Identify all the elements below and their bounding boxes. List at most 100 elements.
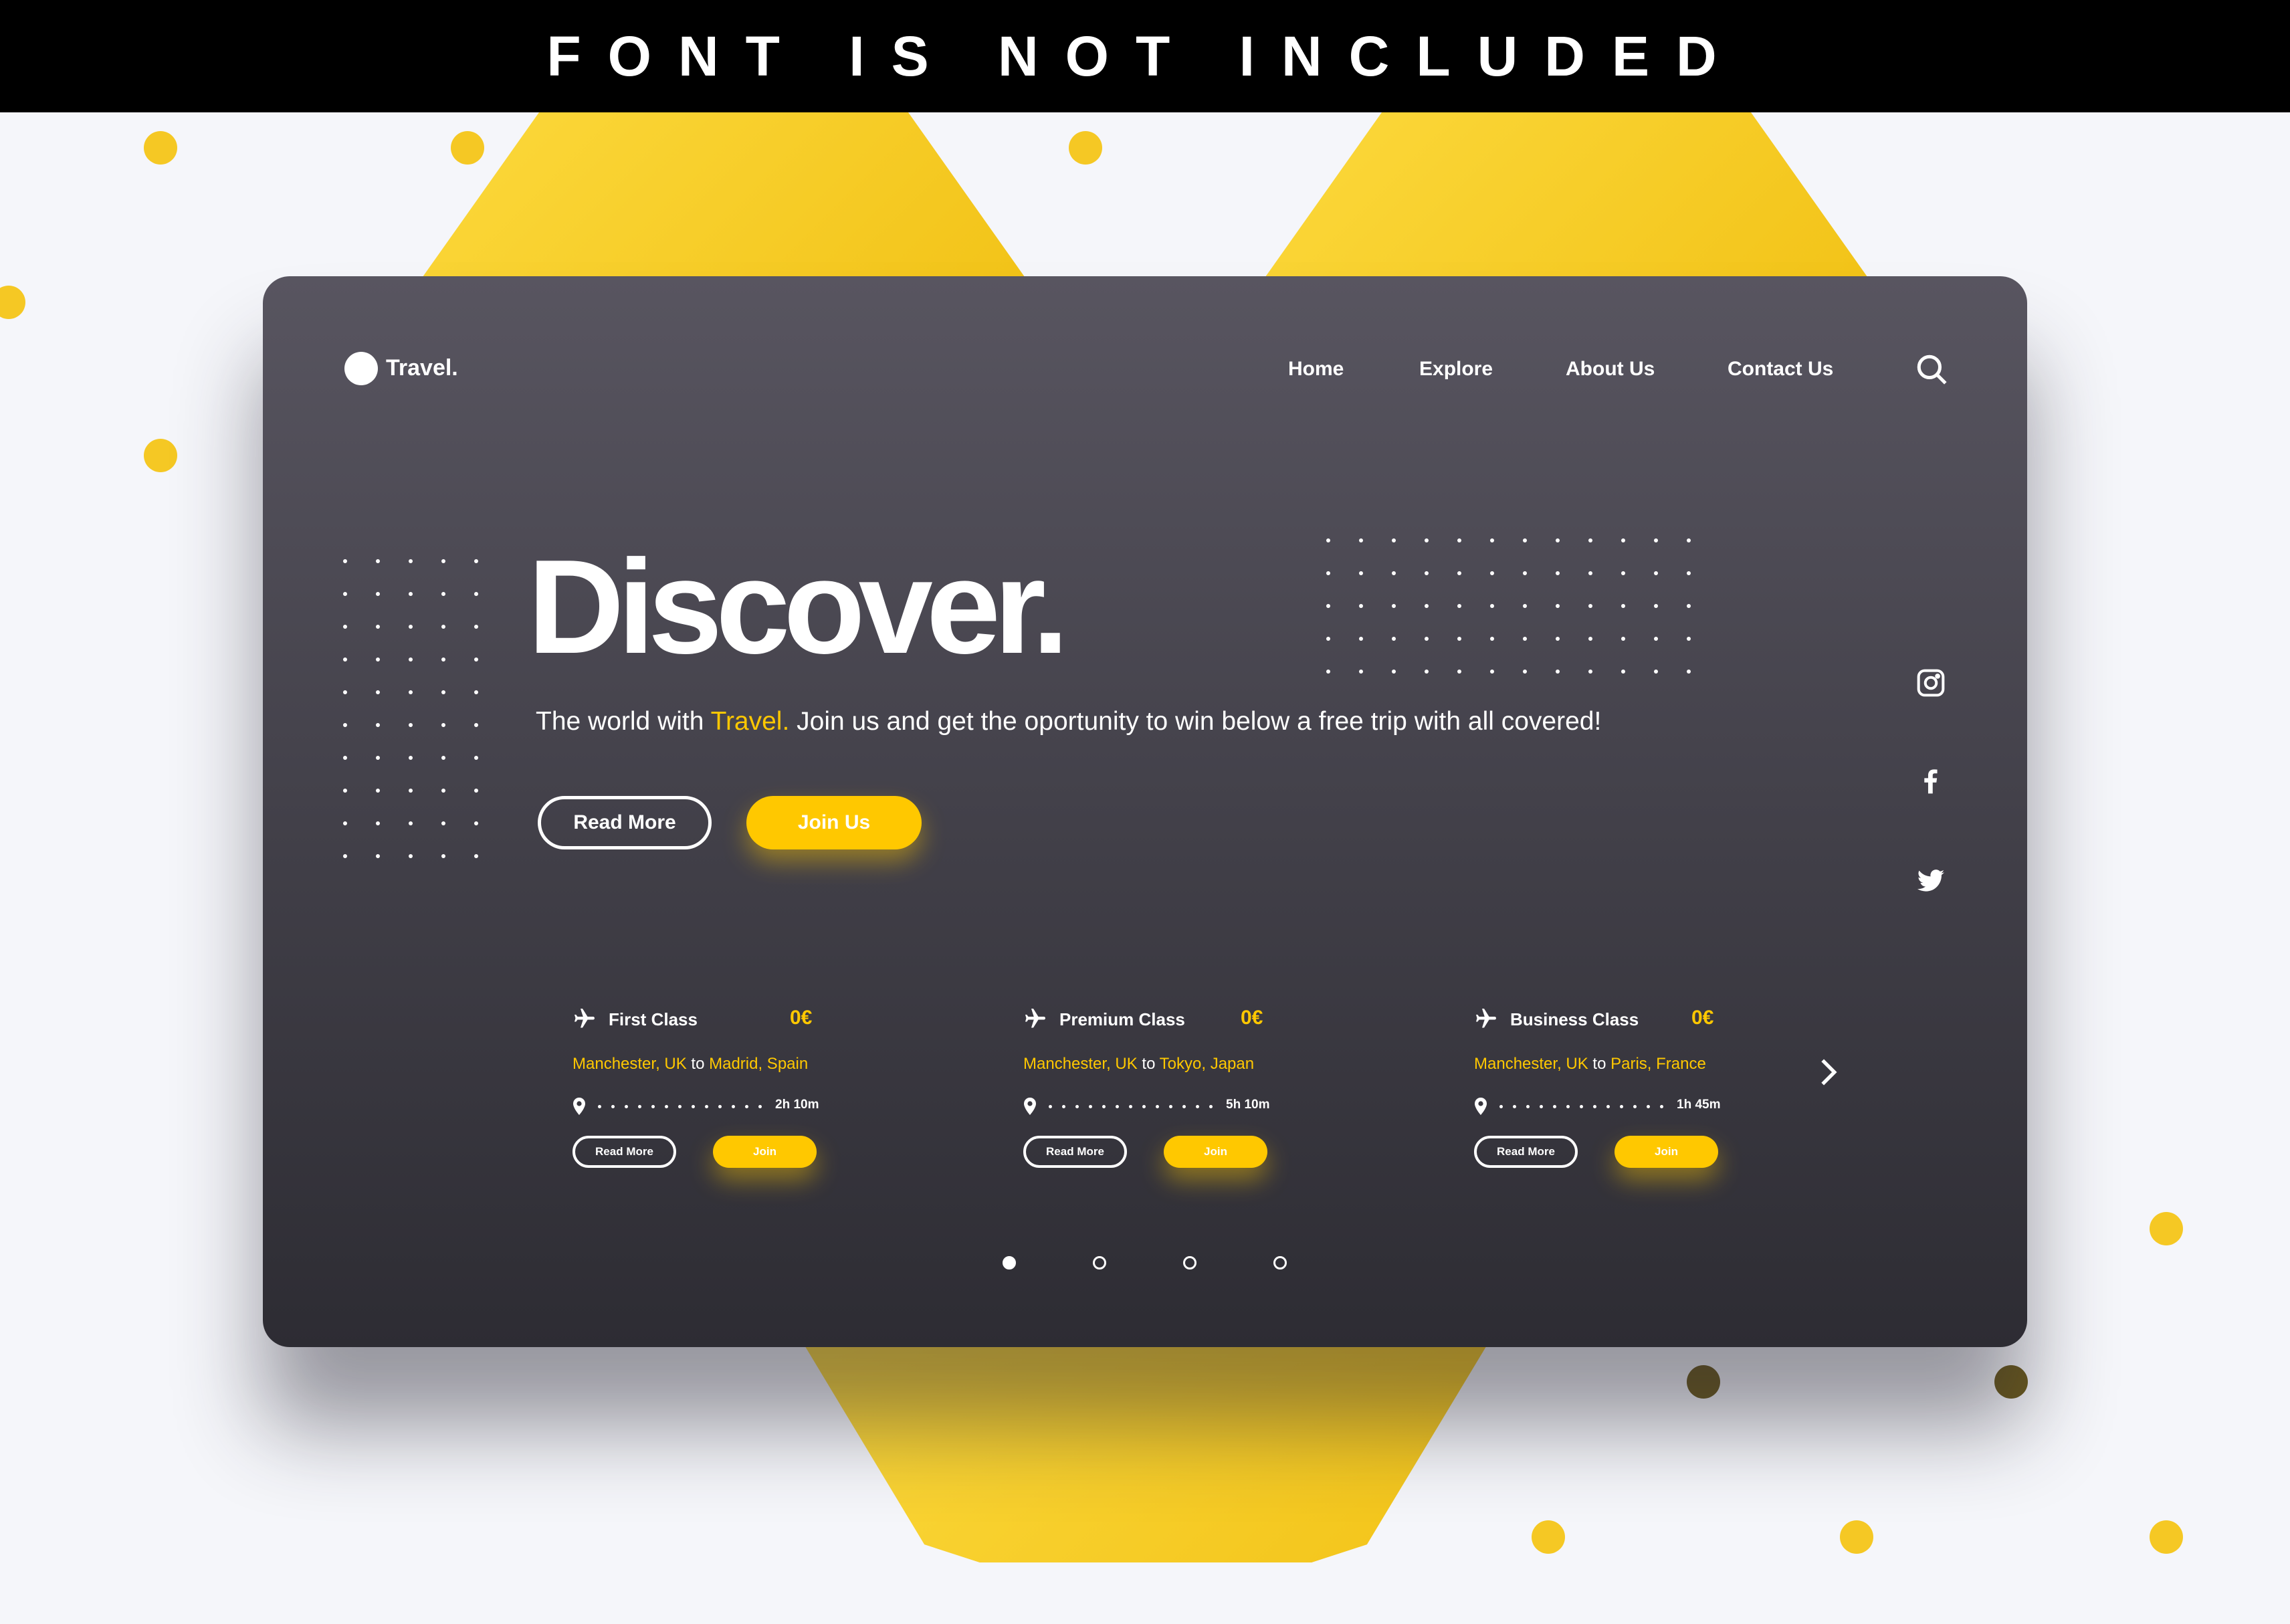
decor-grid-dot bbox=[1425, 538, 1429, 542]
logo-text[interactable]: Travel. bbox=[386, 355, 458, 381]
decor-grid-dot bbox=[1588, 604, 1592, 608]
decor-grid-dot bbox=[409, 592, 413, 596]
travel-landing-card: Travel. Home Explore About Us Contact Us… bbox=[263, 276, 2027, 1347]
decor-grid-dot bbox=[1523, 670, 1527, 674]
decor-grid-dot bbox=[474, 789, 478, 793]
facebook-icon[interactable] bbox=[1916, 767, 1946, 796]
instagram-icon[interactable] bbox=[1916, 668, 1946, 698]
decor-grid-dot bbox=[409, 789, 413, 793]
decor-dot bbox=[1068, 130, 1102, 165]
decor-grid-dot bbox=[1523, 604, 1527, 608]
decor-grid-dot bbox=[1654, 538, 1658, 542]
nav-contact-us[interactable]: Contact Us bbox=[1728, 358, 1833, 381]
decor-grid-dot bbox=[1621, 637, 1625, 641]
decor-grid-dot bbox=[1654, 670, 1658, 674]
card-price: 0€ bbox=[1241, 1007, 1263, 1029]
decor-grid-dot bbox=[1425, 571, 1429, 575]
pagination-dot[interactable] bbox=[1093, 1256, 1106, 1270]
card-join-button[interactable]: Join bbox=[1615, 1136, 1718, 1168]
decor-grid-dot bbox=[343, 559, 347, 563]
route-dot bbox=[1089, 1105, 1092, 1108]
decor-grid-dot bbox=[1490, 538, 1494, 542]
read-more-button[interactable]: Read More bbox=[538, 796, 712, 849]
route-dot bbox=[718, 1105, 722, 1108]
decor-grid-dot bbox=[1556, 571, 1560, 575]
card-join-button[interactable]: Join bbox=[713, 1136, 817, 1168]
location-pin-icon bbox=[573, 1098, 585, 1115]
decor-grid-dot bbox=[474, 756, 478, 760]
decor-grid-dot bbox=[1326, 538, 1330, 542]
decor-grid-dot bbox=[1523, 538, 1527, 542]
route-dot bbox=[1156, 1105, 1159, 1108]
decor-grid-dot bbox=[343, 592, 347, 596]
decor-grid-dot bbox=[1392, 538, 1396, 542]
decor-grid-dot bbox=[1621, 604, 1625, 608]
decor-grid-dot bbox=[1621, 571, 1625, 575]
card-read-more-button[interactable]: Read More bbox=[572, 1136, 676, 1168]
nav-about-us[interactable]: About Us bbox=[1566, 358, 1655, 381]
twitter-icon[interactable] bbox=[1915, 866, 1947, 896]
logo-circle-icon bbox=[344, 352, 378, 385]
hero-title: Discover. bbox=[528, 532, 1069, 682]
decor-grid-dot bbox=[474, 690, 478, 694]
decor-grid-dot bbox=[409, 625, 413, 629]
search-icon[interactable] bbox=[1915, 352, 1948, 386]
font-notice-banner: FONT IS NOT INCLUDED bbox=[0, 0, 2290, 112]
decor-grid-dot bbox=[1654, 571, 1658, 575]
card-read-more-button[interactable]: Read More bbox=[1474, 1136, 1578, 1168]
decor-dot bbox=[2149, 1520, 2183, 1554]
card-class-title: Business Class bbox=[1510, 1009, 1639, 1029]
route-to: Tokyo, Japan bbox=[1159, 1055, 1255, 1073]
decor-grid-dot bbox=[376, 657, 380, 662]
decor-grid-dot bbox=[343, 723, 347, 727]
plane-icon bbox=[575, 1009, 595, 1028]
card-read-more-button[interactable]: Read More bbox=[1023, 1136, 1127, 1168]
decor-grid-dot bbox=[409, 723, 413, 727]
route-dot bbox=[1633, 1105, 1637, 1108]
decor-grid-dot bbox=[1654, 637, 1658, 641]
decor-grid-dot bbox=[441, 559, 445, 563]
next-arrow-icon[interactable] bbox=[1817, 1057, 1840, 1087]
route-dot bbox=[732, 1105, 735, 1108]
decor-grid-dot bbox=[1490, 637, 1494, 641]
decor-grid-dot bbox=[376, 723, 380, 727]
route-dot bbox=[1102, 1105, 1106, 1108]
pagination-dot[interactable] bbox=[1273, 1256, 1287, 1270]
pagination-dot[interactable] bbox=[1183, 1256, 1196, 1270]
decor-dot bbox=[144, 130, 178, 165]
decor-grid-dot bbox=[1457, 670, 1461, 674]
decor-grid-dot bbox=[1490, 604, 1494, 608]
card-join-button[interactable]: Join bbox=[1164, 1136, 1267, 1168]
subtitle-post: Join us and get the oportunity to win be… bbox=[789, 707, 1602, 736]
card-duration-row: 2h 10m bbox=[572, 1098, 827, 1116]
decor-grid-dot bbox=[1687, 538, 1691, 542]
flight-card: Business Class 0€ Manchester, UK to Pari… bbox=[1474, 1005, 1728, 1168]
decor-grid-dot bbox=[1326, 571, 1330, 575]
decor-grid-dot bbox=[1359, 604, 1363, 608]
route-dot bbox=[625, 1105, 628, 1108]
decor-grid-dot bbox=[441, 756, 445, 760]
decor-grid-dot bbox=[1425, 670, 1429, 674]
pagination-dot[interactable] bbox=[1003, 1256, 1016, 1270]
decor-dot bbox=[450, 130, 484, 165]
route-to-word: to bbox=[691, 1055, 705, 1073]
decor-grid-dot bbox=[441, 821, 445, 825]
decor-dot bbox=[1839, 1520, 1873, 1554]
decor-grid-dot bbox=[1556, 637, 1560, 641]
decor-grid-dot bbox=[474, 854, 478, 858]
subtitle-brand: Travel. bbox=[710, 707, 790, 736]
route-dot bbox=[678, 1105, 682, 1108]
route-dot bbox=[1526, 1105, 1530, 1108]
decor-hexagon-left bbox=[416, 112, 1031, 286]
decor-grid-dot bbox=[409, 690, 413, 694]
route-dot bbox=[1075, 1105, 1079, 1108]
nav-explore[interactable]: Explore bbox=[1419, 358, 1493, 381]
join-us-button[interactable]: Join Us bbox=[746, 796, 922, 849]
decor-grid-dot bbox=[1392, 637, 1396, 641]
decor-grid-dot bbox=[1392, 571, 1396, 575]
decor-dot bbox=[144, 439, 178, 473]
decor-grid-dot bbox=[1457, 604, 1461, 608]
route-dot bbox=[1209, 1105, 1213, 1108]
nav-home[interactable]: Home bbox=[1288, 358, 1344, 381]
decor-grid-dot bbox=[474, 657, 478, 662]
